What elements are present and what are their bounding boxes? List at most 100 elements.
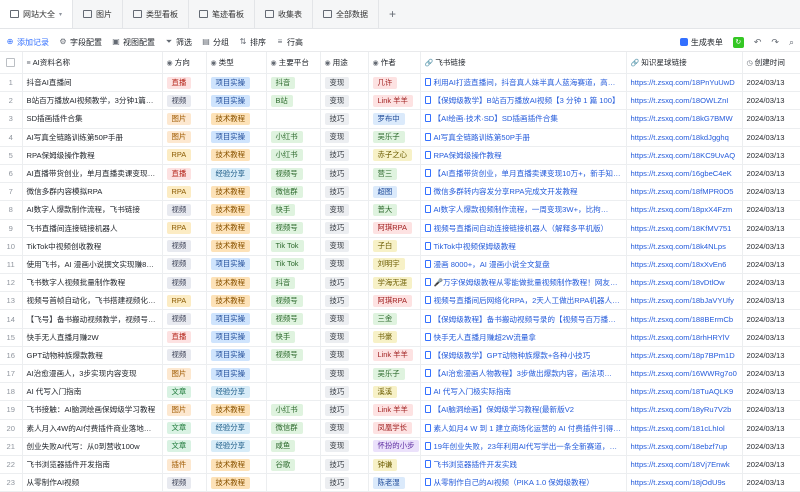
feishu-link-cell[interactable]: AI写真全链路训练第50P手册: [420, 128, 627, 147]
feishu-link-text[interactable]: 【保姆级教学】B站百万播放AI视频【3 分钟 1 篇 100】: [434, 96, 620, 105]
usage-cell[interactable]: 变现: [320, 255, 369, 275]
usage-cell[interactable]: 技巧: [320, 219, 369, 238]
feishu-link-text[interactable]: 视频号直播间后网络化RPA，2天人工做出RPA机器人教程: [434, 296, 626, 305]
feishu-link-text[interactable]: 快手无人直播月赚超2W流量拿: [434, 333, 537, 342]
direction-cell[interactable]: 图片: [162, 109, 207, 129]
feishu-link-text[interactable]: AI 代写入门极实际指南: [434, 387, 512, 396]
zsxq-link-cell[interactable]: https://t.zsxq.com/16WWRg7o0: [626, 364, 743, 384]
zsxq-link-cell[interactable]: https://t.zsxq.com/18OWLZnI: [626, 91, 743, 111]
name-cell[interactable]: AI治愈漫画人，3步实现内容变现: [22, 364, 163, 384]
feishu-link-cell[interactable]: AI 代写入门极实际指南: [420, 382, 627, 402]
direction-cell[interactable]: 视频: [162, 255, 207, 275]
feishu-link-text[interactable]: 漫画 8000+，AI 漫画小说全文复盘: [434, 260, 550, 269]
type-cell[interactable]: 经验分享: [206, 382, 267, 402]
zsxq-link-cell[interactable]: https://t.zsxq.com/18yRu7V2b: [626, 400, 743, 420]
type-cell[interactable]: 项目实操: [206, 346, 267, 366]
direction-cell[interactable]: 图片: [162, 128, 207, 147]
type-cell[interactable]: 技术教程: [206, 146, 267, 165]
type-cell[interactable]: 技术教程: [206, 182, 267, 202]
author-cell[interactable]: 赤子之心: [368, 146, 421, 165]
direction-cell[interactable]: 视频: [162, 91, 207, 111]
feishu-link-cell[interactable]: 利用AI打造直播间，抖音真人妹半真人蓝海赛道，高…: [420, 73, 627, 93]
usage-cell[interactable]: 技巧: [320, 146, 369, 165]
type-cell[interactable]: 技术教程: [206, 273, 267, 293]
feishu-link-text[interactable]: 【保姆级教学】GPT动物种族爆款+各种小技巧: [434, 351, 591, 360]
zsxq-link-cell[interactable]: https://t.zsxq.com/18vDtlOw: [626, 273, 743, 293]
platform-cell[interactable]: 谷歌: [266, 455, 321, 475]
direction-cell[interactable]: 视频: [162, 473, 207, 492]
created-time-cell[interactable]: 2024/03/13: [742, 419, 800, 438]
table-row[interactable]: 3 SD插画插件合集 图片 技术教程 技巧 罗布中 【AI绘画·技术·SD】SD插画插件合集…: [0, 109, 800, 129]
author-cell[interactable]: 书豪: [368, 328, 421, 347]
created-time-cell[interactable]: 2024/03/13: [742, 237, 800, 256]
search-icon[interactable]: ⌕: [789, 37, 794, 48]
name-cell[interactable]: 快手无人直播月赚2W: [22, 328, 163, 347]
platform-cell[interactable]: [266, 473, 321, 492]
feishu-link-cell[interactable]: 视频号直播间后网络化RPA，2天人工做出RPA机器人教程: [420, 291, 627, 311]
feishu-link-cell[interactable]: 🎤万字保姆级教程从零能做批量视频制作教程！网友推…: [420, 273, 627, 293]
usage-cell[interactable]: 变现: [320, 419, 369, 438]
usage-cell[interactable]: 变现: [320, 73, 369, 93]
name-cell[interactable]: 微信多群内容模拟RPA: [22, 182, 163, 202]
name-cell[interactable]: 飞书浏览器插件开发指南: [22, 455, 163, 475]
zsxq-link-cell[interactable]: https://t.zsxq.com/18PnYuUwD: [626, 73, 743, 93]
feishu-link-cell[interactable]: 【保姆级教程】备书搬动视频号录的【视频号百万播放】: [420, 309, 627, 329]
author-cell[interactable]: 阿琪RPA: [368, 219, 421, 238]
feishu-link-cell[interactable]: 飞书浏览器插件开发实践: [420, 455, 627, 475]
author-cell[interactable]: 吴乐子: [368, 128, 421, 147]
created-time-cell[interactable]: 2024/03/13: [742, 182, 800, 202]
usage-cell[interactable]: 变现: [320, 128, 369, 147]
feishu-link-cell[interactable]: 微信多群转内容发分享RPA完成文开发教程: [420, 182, 627, 202]
usage-cell[interactable]: 变现: [320, 346, 369, 366]
usage-cell[interactable]: 技巧: [320, 291, 369, 311]
created-time-cell[interactable]: 2024/03/13: [742, 437, 800, 456]
feishu-link-cell[interactable]: 【AI脑洞绘画】保姆级学习教程(最新版V2: [420, 400, 627, 420]
feishu-link-text[interactable]: 视频号直播间自动连接链接机器人（解释多平机版）: [434, 224, 609, 233]
zsxq-link-cell[interactable]: https://t.zsxq.com/18k4NLps: [626, 237, 743, 256]
author-cell[interactable]: 怀扮的小步: [368, 437, 421, 456]
author-cell[interactable]: 罗布中: [368, 109, 421, 129]
direction-cell[interactable]: RPA: [162, 291, 207, 311]
platform-cell[interactable]: 视频号: [266, 309, 321, 329]
name-cell[interactable]: 飞书数字人视频批量制作教程: [22, 273, 163, 293]
platform-cell[interactable]: 抖音: [266, 73, 321, 93]
feishu-link-text[interactable]: 利用AI打造直播间，抖音真人妹半真人蓝海赛道，高…: [434, 78, 616, 87]
name-cell[interactable]: 使用飞书，AI 漫画小说撰文实现赚800…: [22, 255, 163, 275]
table-row[interactable]: 14 【飞号】备书搬动视频教学，视频号百… 视频 项目实操 视频号 变现 三金 【保姆级教程】…: [0, 309, 800, 329]
feishu-link-text[interactable]: 【AI脑洞绘画】保姆级学习教程(最新版V2: [434, 405, 575, 414]
table-row[interactable]: 2 B站百万播放AI视频教学，3分钟1篇100 视频 项目实操 B站 变现 Link 羊羊 【…: [0, 91, 800, 111]
zsxq-link-cell[interactable]: https://t.zsxq.com/18xXvEn6: [626, 255, 743, 275]
feishu-link-text[interactable]: AI写真全链路训练第50P手册: [434, 133, 531, 142]
zsxq-link-cell[interactable]: https://t.zsxq.com/18KC9UvAQ: [626, 146, 743, 165]
author-cell[interactable]: Link 羊羊: [368, 400, 421, 420]
created-time-cell[interactable]: 2024/03/13: [742, 73, 800, 93]
platform-cell[interactable]: 小红书: [266, 400, 321, 420]
feishu-link-cell[interactable]: 【AI绘画·技术·SD】SD插画插件合集: [420, 109, 627, 129]
tab-4[interactable]: 笔迹看板: [189, 0, 256, 28]
column-header-5[interactable]: ◉ 用途: [320, 52, 369, 74]
usage-cell[interactable]: 变现: [320, 200, 369, 220]
name-cell[interactable]: 创业失败AI代写：从0到营收100w: [22, 437, 163, 456]
feishu-link-text[interactable]: AI数字人爆款视频制作流程，一周变现3W+，比拘…: [434, 205, 609, 214]
type-cell[interactable]: 项目实操: [206, 364, 267, 384]
table-row[interactable]: 4 AI写真全链路训练第50P手册 图片 项目实操 小红书 变现 吴乐子 AI写真全链路训练第…: [0, 128, 800, 147]
author-cell[interactable]: Link 羊羊: [368, 346, 421, 366]
name-cell[interactable]: TikTok中视频创收教程: [22, 237, 163, 256]
created-time-cell[interactable]: 2024/03/13: [742, 200, 800, 220]
author-cell[interactable]: Link 羊羊: [368, 91, 421, 111]
feishu-link-cell[interactable]: 【AI直播带货创业，单月直播卖课变现10万+，新手知识…: [420, 164, 627, 184]
column-header-9[interactable]: ◷ 创建时间: [742, 52, 800, 74]
author-cell[interactable]: 钟谦: [368, 455, 421, 475]
name-cell[interactable]: GPT动物种族爆款教程: [22, 346, 163, 366]
column-header-6[interactable]: ◉ 作者: [368, 52, 421, 74]
redo-icon[interactable]: ↷: [771, 37, 779, 48]
zsxq-link-cell[interactable]: https://t.zsxq.com/18fMPR0O5: [626, 182, 743, 202]
generate-form-button[interactable]: 生成表单: [679, 37, 723, 48]
column-header-8[interactable]: 🔗 知识星球链接: [626, 52, 743, 74]
created-time-cell[interactable]: 2024/03/13: [742, 309, 800, 329]
feishu-link-cell[interactable]: TikTok中视频保姆级教程: [420, 237, 627, 256]
platform-cell[interactable]: [266, 109, 321, 129]
platform-cell[interactable]: Tik Tok: [266, 255, 321, 275]
zsxq-link-cell[interactable]: https://t.zsxq.com/18KfMV751: [626, 219, 743, 238]
created-time-cell[interactable]: 2024/03/13: [742, 128, 800, 147]
